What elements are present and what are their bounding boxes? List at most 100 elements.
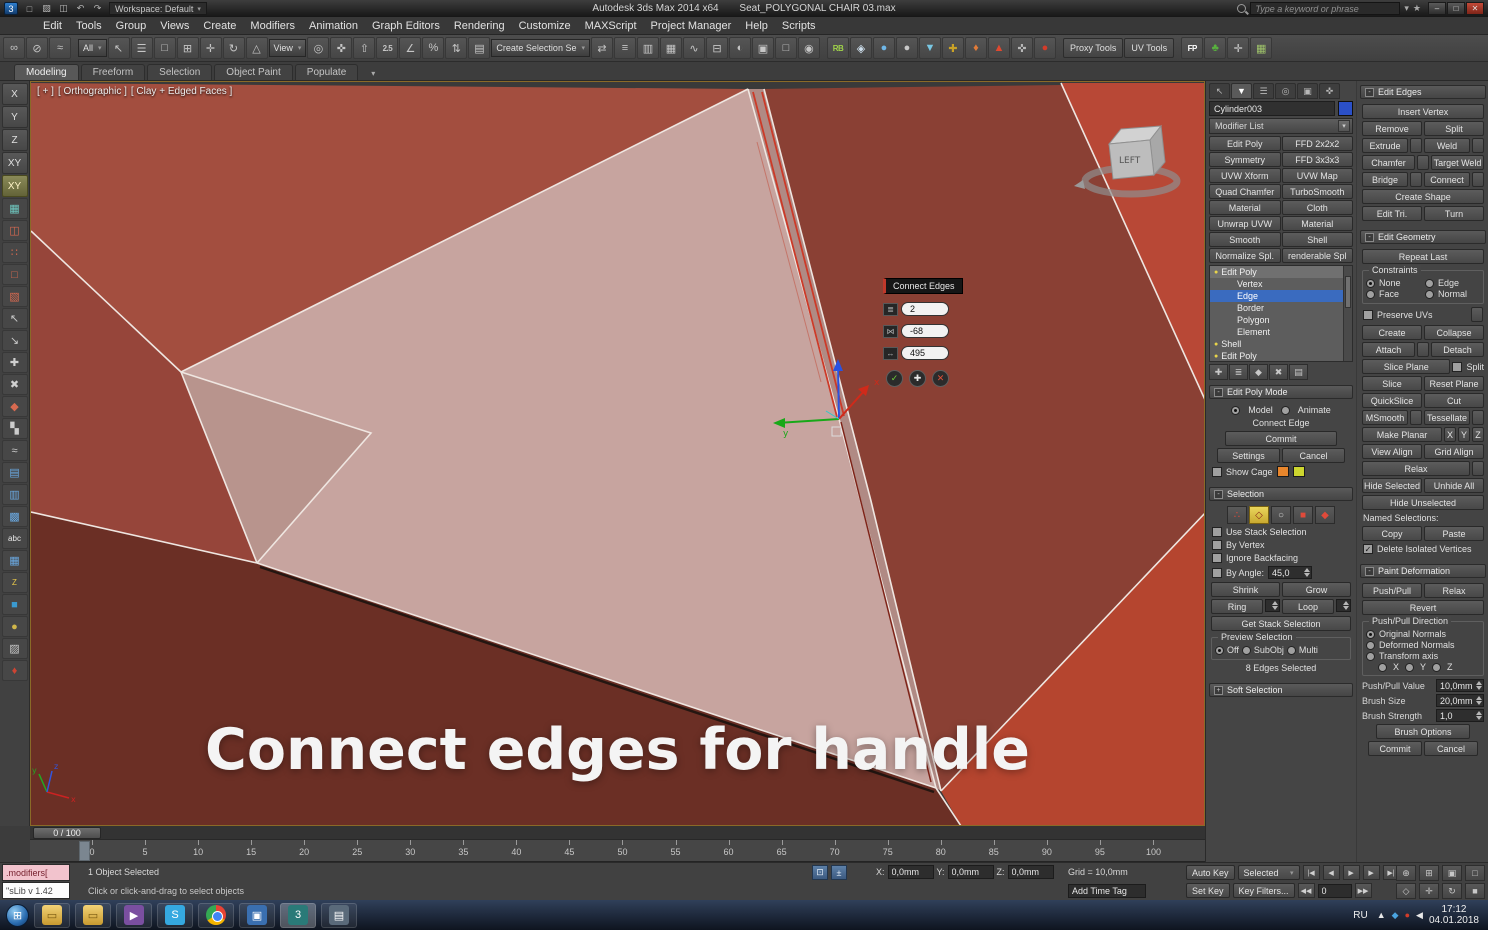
edit-selection-sets-icon[interactable]: ▤ — [468, 37, 491, 59]
select-object-icon[interactable]: ↖ — [107, 37, 130, 59]
ring-spinner[interactable] — [1265, 599, 1280, 612]
ribbon-tab[interactable]: Object Paint — [214, 64, 293, 80]
relax-button[interactable]: Relax — [1362, 461, 1470, 476]
y-coord-field[interactable] — [947, 865, 994, 879]
minimize-button[interactable]: – — [1428, 2, 1446, 15]
ignore-backfacing-checkbox[interactable] — [1212, 553, 1222, 563]
menu-item[interactable]: Rendering — [447, 17, 512, 34]
cut-button[interactable]: Cut — [1424, 393, 1484, 408]
snaps-toggle-icon[interactable]: 2.5 — [376, 37, 399, 59]
plugin-wrench-icon[interactable]: ✜ — [1010, 37, 1033, 59]
select-and-manipulate-icon[interactable]: ✜ — [330, 37, 353, 59]
axis-constraint-button[interactable]: XY — [1, 152, 28, 174]
viewport-menu-pov[interactable]: [ Orthographic ] — [58, 86, 127, 97]
track-bar[interactable]: 0 5 10 15 20 25 30 35 40 45 50 55 60 65 … — [30, 840, 1205, 862]
turn-button[interactable]: Turn — [1424, 206, 1484, 221]
cage-color-swatch-2[interactable] — [1292, 466, 1305, 477]
settings-button[interactable]: Settings — [1217, 448, 1280, 463]
push-pull-value-spinner[interactable]: 10,0mm — [1436, 679, 1484, 692]
viewport-3d-scene[interactable]: x y LEFT x y z — [31, 82, 1205, 826]
ribbon-tab[interactable]: Populate — [294, 64, 359, 80]
plugin-drop-icon[interactable]: ▼ — [918, 37, 941, 59]
bridge-settings-button[interactable] — [1410, 172, 1422, 187]
custom-tool-icon[interactable]: ◆ — [1, 396, 28, 417]
custom-tool-icon[interactable]: ▚ — [1, 418, 28, 439]
constraint-face-radio[interactable] — [1366, 289, 1375, 299]
custom-tool-icon[interactable]: ■ — [1, 594, 28, 615]
orbit-icon[interactable]: ↻ — [1442, 883, 1462, 899]
brush-options-button[interactable]: Brush Options — [1376, 724, 1470, 739]
rollout-header[interactable]: - Paint Deformation — [1360, 564, 1486, 578]
configure-modifier-sets-icon[interactable]: ▤ — [1289, 364, 1308, 380]
language-indicator[interactable]: RU — [1350, 910, 1370, 921]
relax-settings-button[interactable] — [1472, 461, 1484, 476]
menu-item[interactable]: Project Manager — [644, 17, 739, 34]
search-scope-icon[interactable]: ▾ — [1404, 3, 1409, 14]
show-end-result-icon[interactable]: ≣ — [1229, 364, 1248, 380]
taskbar-skype-icon[interactable]: S — [157, 902, 193, 928]
current-frame-field[interactable] — [1317, 883, 1352, 898]
select-and-rotate-icon[interactable]: ↻ — [222, 37, 245, 59]
extrude-settings-button[interactable] — [1410, 138, 1422, 153]
custom-tool-icon[interactable]: ▤ — [1, 462, 28, 483]
close-button[interactable]: ✕ — [1466, 2, 1484, 15]
tray-antivirus-icon[interactable]: ● — [1405, 910, 1410, 920]
object-color-swatch[interactable] — [1338, 101, 1353, 116]
modifier-set-button[interactable]: FFD 2x2x2 — [1281, 136, 1353, 151]
plugin-pin-icon[interactable]: ● — [1033, 37, 1056, 59]
plugin-gears-icon[interactable]: ✚ — [941, 37, 964, 59]
time-slider[interactable]: 0 / 100 — [30, 826, 1205, 840]
create-shape-button[interactable]: Create Shape — [1362, 189, 1484, 204]
msmooth-settings-button[interactable] — [1410, 410, 1422, 425]
pan-icon[interactable]: ✛ — [1419, 883, 1439, 899]
previous-frame-button[interactable]: ◀ — [1322, 865, 1340, 880]
paint-commit-button[interactable]: Commit — [1368, 741, 1422, 756]
push-pull-button[interactable]: Push/Pull — [1362, 583, 1422, 598]
curve-editor-icon[interactable]: ∿ — [682, 37, 705, 59]
attach-button[interactable]: Attach — [1362, 342, 1415, 357]
pinch-value-field[interactable]: -68 — [901, 324, 949, 338]
rollout-header[interactable]: - Edit Poly Mode — [1209, 385, 1353, 399]
plugin-diamond-icon[interactable]: ◈ — [849, 37, 872, 59]
menu-item[interactable]: Create — [196, 17, 243, 34]
align-icon[interactable]: ≡ — [613, 37, 636, 59]
chamfer-settings-button[interactable] — [1417, 155, 1429, 170]
make-planar-button[interactable]: Make Planar — [1362, 427, 1442, 442]
search-input[interactable] — [1250, 2, 1401, 15]
revert-button[interactable]: Revert — [1362, 600, 1484, 615]
tessellate-settings-button[interactable] — [1472, 410, 1484, 425]
modifier-set-button[interactable]: UVW Map — [1281, 168, 1353, 183]
workspace-dropdown[interactable]: Workspace: Default ▾ — [109, 2, 207, 15]
zoom-all-icon[interactable]: ⊞ — [1419, 865, 1439, 881]
selection-filter-dropdown[interactable]: All ▾ — [78, 39, 107, 57]
axis-y-radio[interactable] — [1405, 662, 1415, 672]
axis-constraint-button[interactable]: XY — [1, 175, 28, 197]
axis-x-radio[interactable] — [1378, 662, 1387, 672]
taskbar-app-icon[interactable]: ▣ — [239, 902, 275, 928]
create-button[interactable]: Create — [1362, 325, 1422, 340]
shrink-button[interactable]: Shrink — [1211, 582, 1280, 597]
vertex-mode-icon[interactable]: ∴ — [1227, 506, 1247, 524]
modifier-set-button[interactable]: Quad Chamfer — [1209, 184, 1281, 199]
custom-tool-icon[interactable]: ✚ — [1, 352, 28, 373]
modifier-stack-row[interactable]: ● Edit Poly — [1210, 266, 1352, 278]
select-by-name-icon[interactable]: ☰ — [130, 37, 153, 59]
stack-scrollbar[interactable] — [1343, 266, 1352, 361]
auto-key-button[interactable]: Auto Key — [1186, 865, 1235, 880]
key-step-forward-button[interactable]: ▶▶ — [1354, 883, 1372, 898]
polygon-mode-icon[interactable]: ■ — [1293, 506, 1313, 524]
split-checkbox[interactable] — [1452, 361, 1463, 372]
modifier-set-button[interactable]: Unwrap UVW — [1209, 216, 1281, 231]
key-step-back-button[interactable]: ◀◀ — [1297, 883, 1315, 898]
panel-tab-create-icon[interactable]: ↖ — [1209, 83, 1230, 99]
modifier-enabled-icon[interactable]: ● — [1214, 269, 1218, 276]
quickslice-button[interactable]: QuickSlice — [1362, 393, 1422, 408]
modifier-enabled-icon[interactable]: ● — [1214, 341, 1218, 348]
segments-value-field[interactable]: 2 — [901, 302, 949, 316]
axis-z-radio[interactable] — [1432, 662, 1442, 672]
paint-relax-button[interactable]: Relax — [1424, 583, 1484, 598]
detach-button[interactable]: Detach — [1431, 342, 1484, 357]
custom-tool-icon[interactable]: ◫ — [1, 220, 28, 241]
taskbar-video-icon[interactable]: ▤ — [321, 902, 357, 928]
zoom-icon[interactable]: ⊕ — [1396, 865, 1416, 881]
